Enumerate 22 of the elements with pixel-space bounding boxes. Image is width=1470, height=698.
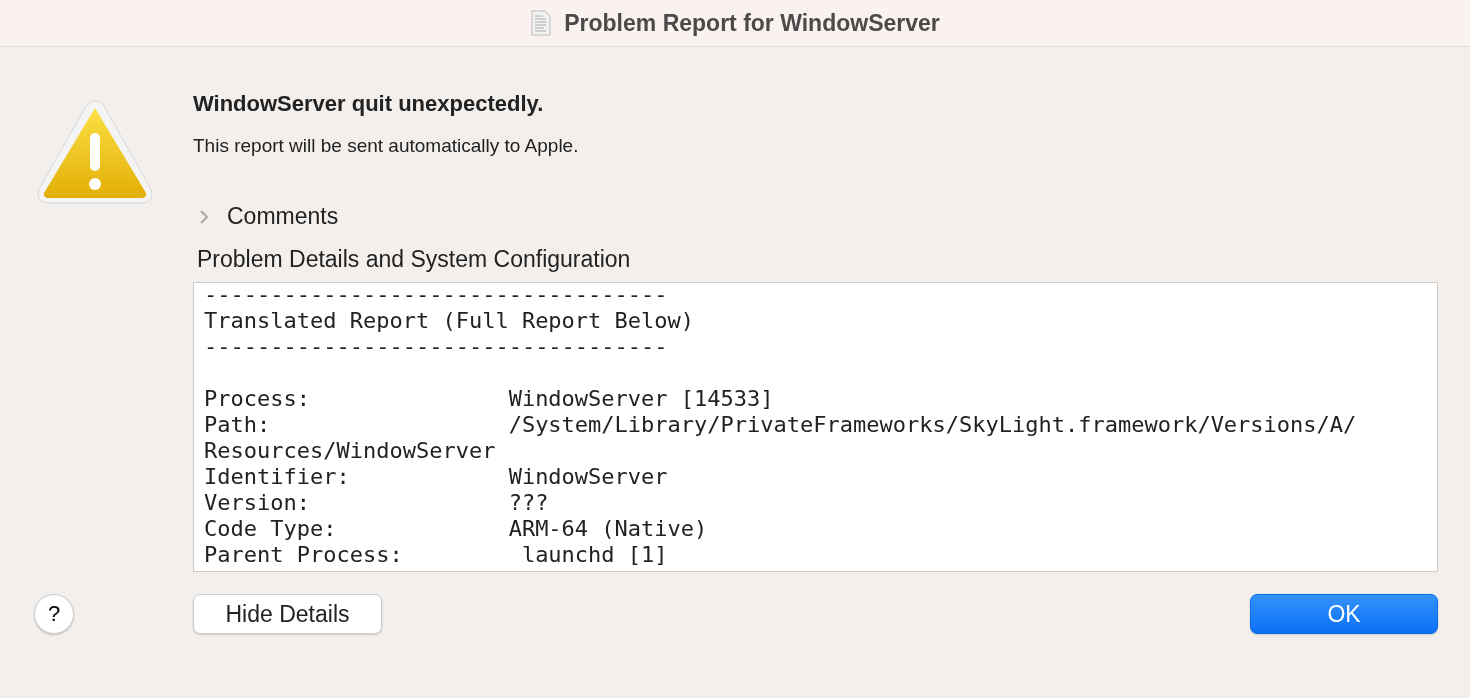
report-text-area[interactable] — [193, 282, 1438, 572]
report-line: ----------------------------------- — [204, 334, 668, 360]
report-line: Translated Report (Full Report Below) — [204, 308, 695, 334]
chevron-icon — [199, 208, 209, 225]
report-line: Path: /System/Library/PrivateFrameworks/SkyLight.framework/Versions/A/ — [204, 412, 1357, 438]
section-label: Problem Details and System Configuration — [197, 246, 632, 274]
report-line: Code Type: ARM-64 (Native) — [204, 516, 708, 542]
warning-icon — [34, 97, 155, 207]
window-title: Problem Report for WindowServer — [564, 9, 940, 37]
alert-message: This report will be sent automatically to Apple. — [193, 135, 580, 158]
comments-disclosure[interactable]: Comments — [199, 203, 339, 230]
report-line: Version: ??? — [204, 490, 549, 516]
report-line: Parent Process: launchd [1] — [204, 542, 668, 568]
document-icon — [530, 10, 553, 36]
hide-details-button[interactable]: Hide Details — [193, 594, 382, 634]
report-line: Process: WindowServer [14533] — [204, 386, 774, 412]
help-button[interactable]: ? — [34, 594, 74, 634]
report-line: ----------------------------------- — [204, 283, 668, 308]
report-line: Resources/WindowServer — [204, 438, 496, 464]
ok-button[interactable]: OK — [1250, 594, 1438, 634]
report-line: Identifier: WindowServer — [204, 464, 668, 490]
alert-heading: WindowServer quit unexpectedly. — [193, 91, 545, 118]
